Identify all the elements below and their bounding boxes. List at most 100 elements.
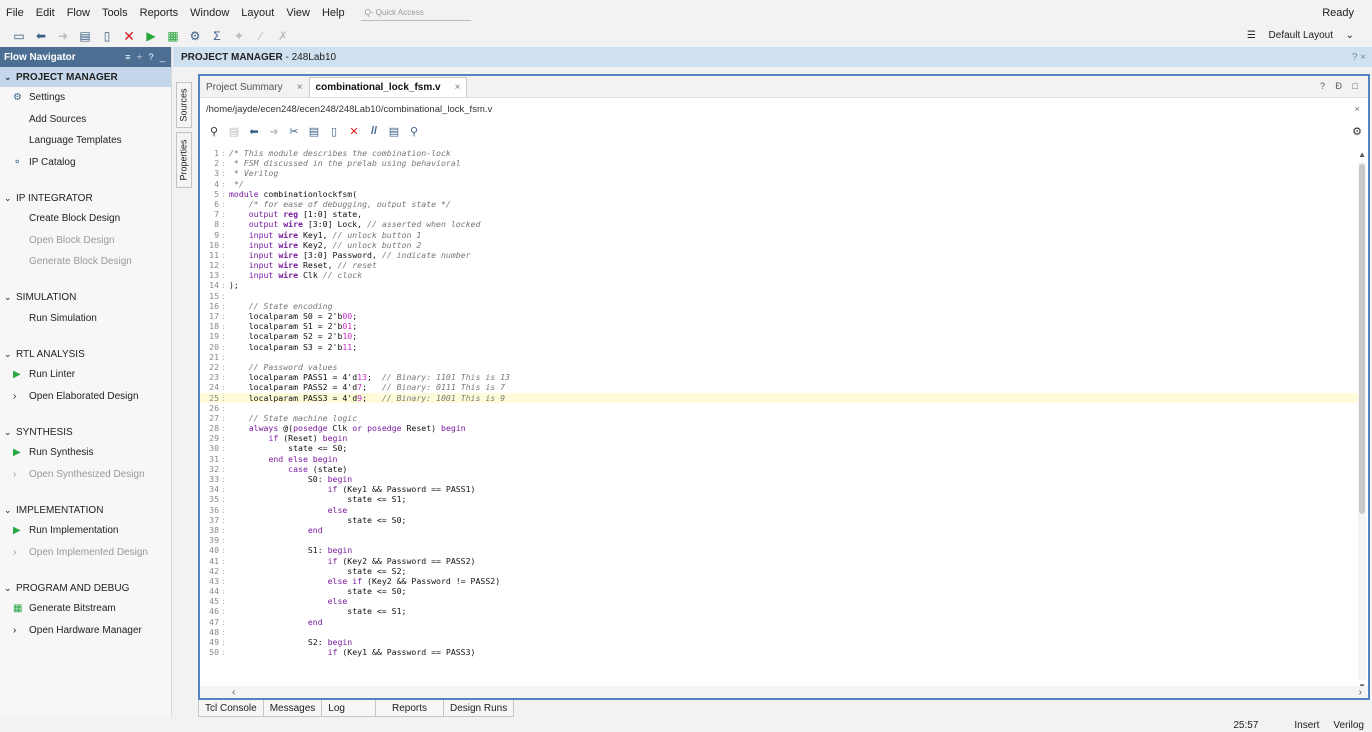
tab-reports[interactable]: Reports bbox=[374, 700, 444, 717]
undo-icon[interactable]: ⬅ bbox=[30, 27, 52, 45]
nav-settings[interactable]: ⚙ Settings bbox=[0, 87, 171, 109]
code-line[interactable]: 40: S1: begin bbox=[200, 545, 1358, 555]
menu-tools[interactable]: Tools bbox=[96, 7, 134, 19]
menu-reports[interactable]: Reports bbox=[134, 7, 185, 19]
lightbulb-icon[interactable]: ⚲ bbox=[404, 122, 424, 140]
code-area[interactable]: 1:/* This module describes the combinati… bbox=[200, 148, 1358, 686]
tab-tcl-console[interactable]: Tcl Console bbox=[198, 700, 264, 717]
menu-file[interactable]: File bbox=[0, 7, 30, 19]
nav-create-block-design[interactable]: Create Block Design bbox=[0, 208, 171, 230]
code-line[interactable]: 29: if (Reset) begin bbox=[200, 433, 1358, 443]
tab-messages[interactable]: Messages bbox=[262, 700, 323, 717]
code-line[interactable]: 13: input wire Clk // clock bbox=[200, 270, 1358, 280]
code-line[interactable]: 36: else bbox=[200, 505, 1358, 515]
tab-log[interactable]: Log bbox=[321, 700, 376, 717]
scroll-up-icon[interactable]: ▲ bbox=[1358, 150, 1366, 159]
code-line[interactable]: 26: bbox=[200, 403, 1358, 413]
code-line[interactable]: 39: bbox=[200, 535, 1358, 545]
search-icon[interactable]: ⚲ bbox=[204, 122, 224, 140]
code-line[interactable]: 30: state <= S0; bbox=[200, 443, 1358, 453]
redo-icon[interactable]: ➜ bbox=[52, 27, 74, 45]
gear-icon[interactable]: ⚙ bbox=[1352, 125, 1362, 138]
code-line[interactable]: 31: end else begin bbox=[200, 454, 1358, 464]
tab-combinational-lock-fsm[interactable]: combinational_lock_fsm.v × bbox=[308, 77, 468, 97]
code-line[interactable]: 32: case (state) bbox=[200, 464, 1358, 474]
section-program-and-debug[interactable]: ⌄ PROGRAM AND DEBUG bbox=[0, 578, 171, 598]
save-icon[interactable]: ▤ bbox=[224, 122, 244, 140]
code-line[interactable]: 15: bbox=[200, 291, 1358, 301]
code-line[interactable]: 46: state <= S1; bbox=[200, 606, 1358, 616]
code-line[interactable]: 4: */ bbox=[200, 179, 1358, 189]
close-icon[interactable]: × bbox=[1354, 104, 1360, 115]
close-icon[interactable]: × bbox=[455, 82, 461, 93]
delete-icon[interactable]: ✕ bbox=[344, 122, 364, 140]
comment-icon[interactable]: // bbox=[364, 122, 384, 140]
code-line[interactable]: 45: else bbox=[200, 596, 1358, 606]
menu-help[interactable]: Help bbox=[316, 7, 351, 19]
section-project-manager[interactable]: ⌄ PROJECT MANAGER bbox=[0, 67, 171, 87]
nav-add-sources[interactable]: Add Sources bbox=[0, 109, 171, 131]
code-line[interactable]: 21: bbox=[200, 352, 1358, 362]
flow-navigator-controls[interactable]: ≡ ÷ ? _ bbox=[125, 52, 167, 62]
nav-language-templates[interactable]: Language Templates bbox=[0, 130, 171, 152]
code-line[interactable]: 25: localparam PASS3 = 4'd9; // Binary: … bbox=[200, 392, 1358, 403]
quick-access-input[interactable]: Q- Quick Access bbox=[360, 5, 471, 21]
tools-icon[interactable]: ✦ bbox=[228, 27, 250, 45]
code-line[interactable]: 23: localparam PASS1 = 4'd13; // Binary:… bbox=[200, 372, 1358, 382]
code-line[interactable]: 5: module combinationlockfsm( bbox=[200, 189, 1358, 199]
section-simulation[interactable]: ⌄ SIMULATION bbox=[0, 288, 171, 308]
layout-select[interactable]: ☰ Default Layout ⌄ bbox=[1243, 27, 1358, 43]
code-line[interactable]: 33: S0: begin bbox=[200, 474, 1358, 484]
nav-open-synthesized-design[interactable]: › Open Synthesized Design bbox=[0, 464, 171, 486]
tab-sources[interactable]: Sources bbox=[176, 82, 192, 128]
menu-view[interactable]: View bbox=[280, 7, 316, 19]
nav-run-synthesis[interactable]: ▶ Run Synthesis bbox=[0, 442, 171, 464]
code-line[interactable]: 17: localparam S0 = 2'b00; bbox=[200, 311, 1358, 321]
section-implementation[interactable]: ⌄ IMPLEMENTATION bbox=[0, 500, 171, 520]
sigma-icon[interactable]: Σ bbox=[206, 27, 228, 45]
vertical-scrollbar[interactable] bbox=[1358, 162, 1366, 680]
code-line[interactable]: 34: if (Key1 && Password == PASS1) bbox=[200, 484, 1358, 494]
code-line[interactable]: 16: // State encoding bbox=[200, 301, 1358, 311]
nav-generate-bitstream[interactable]: ▦ Generate Bitstream bbox=[0, 598, 171, 620]
code-line[interactable]: 41: if (Key2 && Password == PASS2) bbox=[200, 556, 1358, 566]
nav-ip-catalog[interactable]: ⚬ IP Catalog bbox=[0, 152, 171, 174]
code-line[interactable]: 43: else if (Key2 && Password != PASS2) bbox=[200, 576, 1358, 586]
code-line[interactable]: 47: end bbox=[200, 617, 1358, 627]
code-line[interactable]: 11: input wire [3:0] Password, // indica… bbox=[200, 250, 1358, 260]
code-line[interactable]: 14:); bbox=[200, 280, 1358, 290]
nav-open-implemented-design[interactable]: › Open Implemented Design bbox=[0, 542, 171, 564]
horizontal-scrollbar[interactable]: ‹ › bbox=[200, 686, 1368, 698]
delete-icon[interactable]: ✕ bbox=[118, 27, 140, 45]
code-line[interactable]: 18: localparam S1 = 2'b01; bbox=[200, 321, 1358, 331]
indent-icon[interactable]: ▤ bbox=[384, 122, 404, 140]
code-line[interactable]: 24: localparam PASS2 = 4'd7; // Binary: … bbox=[200, 382, 1358, 392]
code-line[interactable]: 20: localparam S3 = 2'b11; bbox=[200, 342, 1358, 352]
code-line[interactable]: 7: output reg [1:0] state, bbox=[200, 209, 1358, 219]
open-project-icon[interactable]: ▭ bbox=[8, 27, 30, 45]
menu-layout[interactable]: Layout bbox=[235, 7, 280, 19]
code-line[interactable]: 10: input wire Key2, // unlock button 2 bbox=[200, 240, 1358, 250]
nav-open-block-design[interactable]: Open Block Design bbox=[0, 230, 171, 252]
menu-edit[interactable]: Edit bbox=[30, 7, 61, 19]
cancel-wand-icon[interactable]: ✗ bbox=[272, 27, 294, 45]
code-line[interactable]: 19: localparam S2 = 2'b10; bbox=[200, 331, 1358, 341]
bitstream-icon[interactable]: ▦ bbox=[162, 27, 184, 45]
nav-generate-block-design[interactable]: Generate Block Design bbox=[0, 251, 171, 273]
scroll-left-icon[interactable]: ‹ bbox=[232, 687, 235, 698]
code-line[interactable]: 6: /* for ease of debugging, output stat… bbox=[200, 199, 1358, 209]
scroll-right-icon[interactable]: › bbox=[1359, 687, 1362, 698]
nav-run-linter[interactable]: ▶ Run Linter bbox=[0, 364, 171, 386]
header-controls[interactable]: ? × bbox=[1352, 52, 1366, 63]
code-line[interactable]: 9: input wire Key1, // unlock button 1 bbox=[200, 230, 1358, 240]
code-line[interactable]: 22: // Password values bbox=[200, 362, 1358, 372]
paste-icon[interactable]: ▯ bbox=[96, 27, 118, 45]
code-line[interactable]: 44: state <= S0; bbox=[200, 586, 1358, 596]
editor-window-controls[interactable]: ? Ɖ □ bbox=[1320, 81, 1362, 91]
section-synthesis[interactable]: ⌄ SYNTHESIS bbox=[0, 422, 171, 442]
code-line[interactable]: 28: always @(posedge Clk or posedge Rese… bbox=[200, 423, 1358, 433]
settings-icon[interactable]: ⚙ bbox=[184, 27, 206, 45]
nav-open-elaborated-design[interactable]: › Open Elaborated Design bbox=[0, 386, 171, 408]
code-line[interactable]: 35: state <= S1; bbox=[200, 494, 1358, 504]
code-line[interactable]: 3: * Verilog bbox=[200, 168, 1358, 178]
